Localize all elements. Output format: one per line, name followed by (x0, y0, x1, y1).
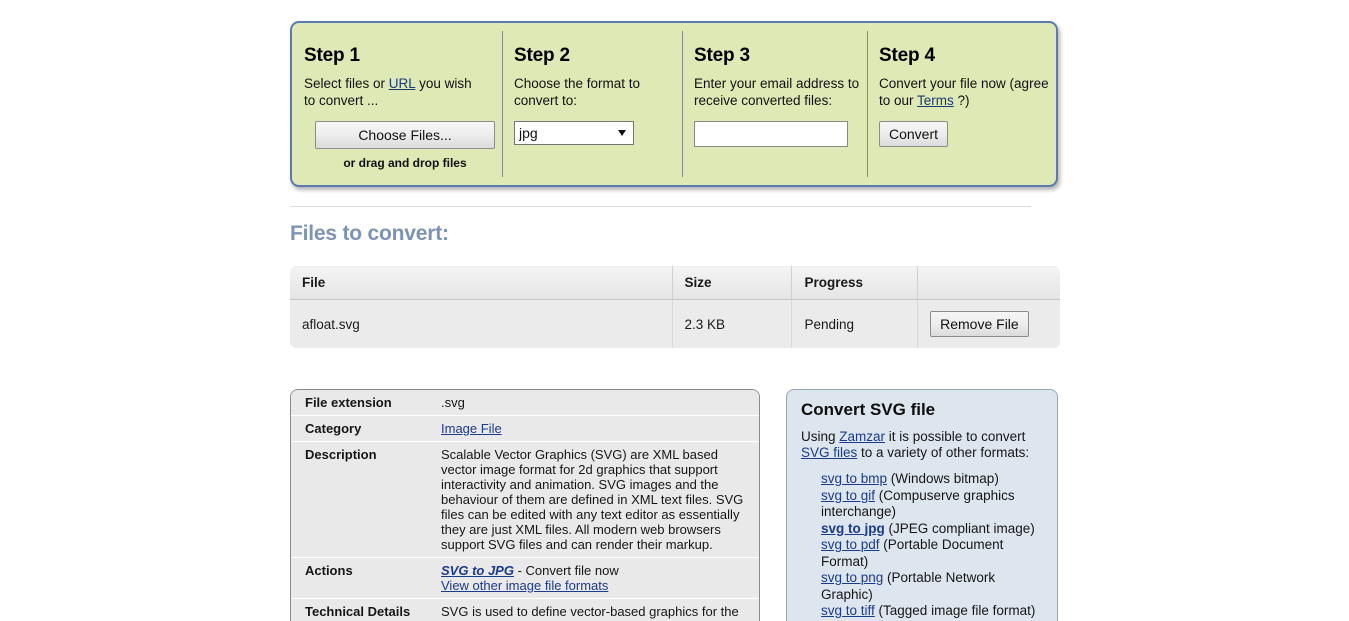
step-3-column: Step 3 Enter your email address to recei… (682, 23, 867, 185)
step-2-column: Step 2 Choose the format to convert to: … (502, 23, 682, 185)
page-root: Step 1 Select files or URL you wish to c… (0, 0, 1349, 621)
drag-drop-note: or drag and drop files (343, 156, 467, 170)
info-key-technical-details: Technical Details (291, 598, 431, 621)
info-value-category: Image File (431, 415, 759, 442)
terms-link[interactable]: Terms (917, 93, 954, 108)
info-key-category: Category (291, 415, 431, 442)
svg-to-tiff-link[interactable]: svg to tiff (821, 603, 875, 618)
convert-panel-intro: Using Zamzar it is possible to convert S… (801, 429, 1043, 461)
list-item: svg to gif (Compuserve graphics intercha… (801, 488, 1043, 521)
choose-files-button[interactable]: Choose Files... (315, 121, 495, 149)
table-row: afloat.svg 2.3 KB Pending Remove File (290, 299, 1060, 348)
files-table-header-row: File Size Progress (290, 266, 1060, 300)
image-file-link[interactable]: Image File (441, 421, 502, 436)
cell-file-progress: Pending (791, 299, 919, 348)
cell-file-action: Remove File (917, 299, 1060, 348)
svg-to-jpg-list-link[interactable]: svg to jpg (821, 521, 885, 536)
svg-to-bmp-desc: (Windows bitmap) (887, 471, 999, 486)
step-1-description: Select files or URL you wish to convert … (304, 75, 480, 109)
intro-text-3: to a variety of other formats: (857, 445, 1030, 460)
format-select[interactable]: jpg (514, 121, 634, 145)
svg-to-gif-link[interactable]: svg to gif (821, 488, 875, 503)
view-other-formats-link[interactable]: View other image file formats (441, 578, 608, 593)
files-to-convert-heading: Files to convert: (290, 222, 449, 245)
convert-svg-panel: Convert SVG file Using Zamzar it is poss… (786, 389, 1058, 621)
format-select-wrap: jpg (514, 121, 634, 145)
step-1-desc-before: Select files or (304, 76, 389, 91)
info-key-file-extension: File extension (291, 390, 431, 416)
convert-panel-title: Convert SVG file (801, 400, 936, 419)
info-value-file-extension: .svg (431, 390, 759, 416)
list-item: svg to png (Portable Network Graphic) (801, 570, 1043, 603)
svg-to-pdf-link[interactable]: svg to pdf (821, 537, 880, 552)
section-divider (290, 206, 1031, 207)
file-format-info-panel: File extension .svg Category Image File … (290, 389, 760, 621)
info-key-description: Description (291, 441, 431, 558)
intro-text-2: it is possible to convert (885, 429, 1026, 444)
convert-format-list: svg to bmp (Windows bitmap) svg to gif (… (801, 471, 1043, 620)
step-3-title: Step 3 (694, 45, 750, 66)
info-row-description: Description Scalable Vector Graphics (SV… (291, 441, 759, 558)
step-1-title: Step 1 (304, 45, 360, 66)
info-value-actions: SVG to JPG - Convert file now View other… (431, 557, 759, 599)
svg-to-jpg-desc: (JPEG compliant image) (884, 520, 1035, 536)
remove-file-button[interactable]: Remove File (930, 311, 1029, 337)
zamzar-link[interactable]: Zamzar (839, 429, 885, 444)
step-4-title: Step 4 (879, 45, 935, 66)
step-4-description: Convert your file now (agree to our Term… (879, 75, 1054, 109)
svg-to-tiff-desc: (Tagged image file format) (874, 603, 1036, 618)
svg-files-link[interactable]: SVG files (801, 445, 857, 460)
column-header-file: File (290, 266, 673, 300)
files-table-body: afloat.svg 2.3 KB Pending Remove File (290, 299, 1060, 348)
svg-to-jpg-link[interactable]: SVG to JPG (441, 563, 514, 578)
info-key-actions: Actions (291, 557, 431, 599)
column-header-size: Size (672, 266, 793, 300)
info-value-description: Scalable Vector Graphics (SVG) are XML b… (431, 441, 759, 558)
column-header-progress: Progress (791, 266, 919, 300)
info-value-technical-details: SVG is used to define vector-based graph… (431, 598, 759, 621)
email-input[interactable] (694, 121, 848, 147)
file-format-info-table: File extension .svg Category Image File … (291, 390, 759, 621)
step-1-column: Step 1 Select files or URL you wish to c… (292, 23, 502, 185)
step-4-desc-after: ?) (953, 93, 970, 108)
cell-file-size: 2.3 KB (672, 299, 793, 348)
convert-button[interactable]: Convert (879, 121, 949, 147)
files-table: File Size Progress afloat.svg 2.3 KB Pen… (289, 265, 1061, 349)
files-table-head: File Size Progress (290, 266, 1060, 300)
intro-text-1: Using (801, 429, 840, 444)
step-4-column: Step 4 Convert your file now (agree to o… (867, 23, 1056, 185)
svg-to-bmp-link[interactable]: svg to bmp (821, 471, 887, 486)
cell-file-name: afloat.svg (290, 299, 673, 348)
convert-file-now-text: - Convert file now (513, 563, 619, 578)
list-item: svg to jpg (JPEG compliant image) (801, 521, 1043, 538)
svg-to-png-link[interactable]: svg to png (821, 570, 883, 585)
column-header-actions (917, 266, 1060, 300)
steps-panel: Step 1 Select files or URL you wish to c… (290, 21, 1058, 187)
step-3-description: Enter your email address to receive conv… (694, 76, 860, 108)
info-row-technical-details: Technical Details SVG is used to define … (291, 598, 759, 621)
url-link[interactable]: URL (389, 76, 416, 91)
list-item: svg to bmp (Windows bitmap) (801, 471, 1043, 488)
info-row-actions: Actions SVG to JPG - Convert file now Vi… (291, 557, 759, 599)
step-2-title: Step 2 (514, 45, 570, 66)
choose-files-wrap: Choose Files... (304, 121, 502, 149)
info-row-file-extension: File extension .svg (291, 390, 759, 416)
list-item: svg to pdf (Portable Document Format) (801, 537, 1043, 570)
step-2-description: Choose the format to convert to: (514, 76, 641, 108)
info-row-category: Category Image File (291, 415, 759, 442)
list-item: svg to tiff (Tagged image file format) (801, 603, 1043, 620)
